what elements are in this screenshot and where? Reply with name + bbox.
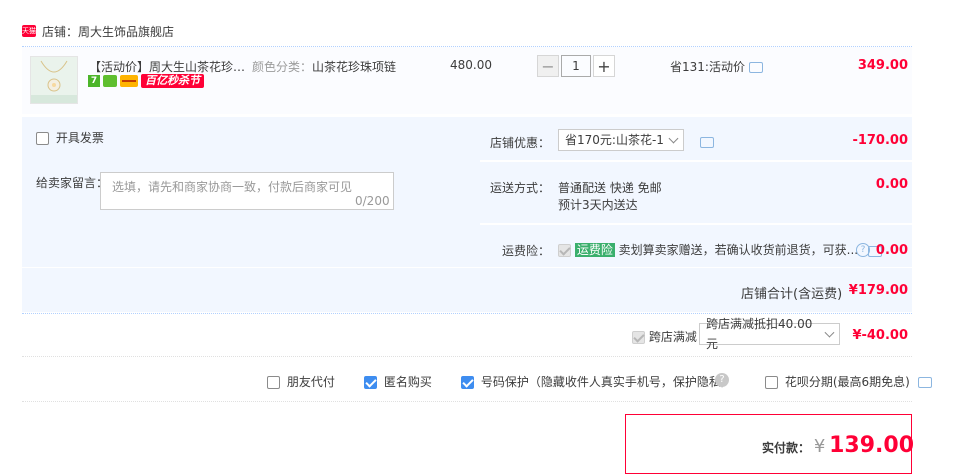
sku-value: 山茶花珍珠项链 <box>312 60 397 74</box>
sale-badge: 百亿秒杀节 <box>141 74 204 88</box>
huabei-option[interactable]: 花呗分期(最高6期免息) <box>765 373 932 390</box>
message-placeholder: 选填，请先和商家协商一致，付款后商家可见 <box>112 180 353 194</box>
pay-amount: 139.00 <box>829 433 915 458</box>
divider <box>480 160 912 162</box>
chat-icon[interactable] <box>700 137 714 148</box>
discount-label: 店铺优惠： <box>490 136 551 150</box>
shop-total-amount: ¥179.00 <box>848 283 908 298</box>
invoice-option[interactable]: 开具发票 <box>36 129 104 146</box>
shop-total-label: 店铺合计(含运费) <box>741 287 843 302</box>
chevron-down-icon <box>824 327 835 338</box>
number-protect-label: 号码保护（隐藏收件人真实手机号，保护隐私） <box>480 375 733 389</box>
cross-store-select[interactable]: 跨店满减抵扣40.00元 <box>699 317 840 351</box>
invoice-label: 开具发票 <box>55 131 104 145</box>
shipping-method: 普通配送 快递 免邮 <box>558 181 662 195</box>
anonymous-option[interactable]: 匿名购买 <box>364 373 432 390</box>
chat-icon[interactable] <box>748 62 763 73</box>
anonymous-label: 匿名购买 <box>383 375 432 389</box>
shipping-amount: 0.00 <box>875 177 908 192</box>
chat-icon[interactable] <box>917 377 932 388</box>
insurance-checkbox <box>558 244 571 257</box>
divider <box>22 401 912 402</box>
necklace-image-icon <box>31 57 77 103</box>
quantity-stepper: − 1 + <box>537 55 615 77</box>
pay-currency: ¥ <box>813 436 826 457</box>
cross-store-amount: ¥-40.00 <box>852 328 908 343</box>
shop-header: 天猫 店铺：周大生饰品旗舰店 <box>22 22 174 40</box>
shipping-label: 运送方式： <box>490 181 551 195</box>
saving-info: 省131:活动价 <box>670 58 763 75</box>
credit-card-icon <box>120 75 138 87</box>
shipping-eta: 预计3天内送达 <box>558 198 638 212</box>
shop-name-link[interactable]: 店铺：周大生饰品旗舰店 <box>42 23 174 40</box>
seven-day-return-icon: 7 <box>88 75 100 87</box>
friend-pay-option[interactable]: 朋友代付 <box>267 373 335 390</box>
cross-store-selected: 跨店满减抵扣40.00元 <box>706 317 813 351</box>
insurance-tag: 运费险 <box>574 243 615 257</box>
friend-pay-checkbox[interactable] <box>267 376 280 389</box>
anonymous-checkbox[interactable] <box>364 376 377 389</box>
product-thumbnail[interactable] <box>30 56 78 104</box>
item-sku: 颜色分类：山茶花珍珠项链 <box>252 58 396 75</box>
increase-button[interactable]: + <box>593 55 615 77</box>
decrease-button[interactable]: − <box>537 55 559 77</box>
unit-price: 480.00 <box>450 58 492 72</box>
friend-pay-label: 朋友代付 <box>286 375 335 389</box>
discount-selected: 省170元:山茶花-1 <box>565 133 664 147</box>
shield-icon <box>103 75 117 87</box>
help-icon[interactable]: ? <box>856 243 870 257</box>
item-subtotal: 349.00 <box>857 58 908 73</box>
invoice-checkbox[interactable] <box>36 132 49 145</box>
quantity-input[interactable]: 1 <box>561 55 591 77</box>
number-protect-option[interactable]: 号码保护（隐藏收件人真实手机号，保护隐私） <box>461 373 733 390</box>
insurance-label: 运费险： <box>502 244 551 258</box>
help-icon[interactable]: ? <box>715 373 729 387</box>
sku-label: 颜色分类： <box>252 60 313 74</box>
tmall-logo-icon: 天猫 <box>22 25 36 37</box>
cross-store-option: 跨店满减 <box>632 328 697 345</box>
chevron-down-icon <box>668 133 679 144</box>
insurance-desc: 卖划算卖家赠送，若确认收货前退货，可获... <box>618 243 859 257</box>
discount-select[interactable]: 省170元:山茶花-1 <box>558 129 684 151</box>
number-protect-checkbox[interactable] <box>461 376 474 389</box>
divider <box>480 223 912 225</box>
item-title-link[interactable]: 【活动价】周大生山茶花珍珠项... <box>89 58 249 75</box>
payment-total: 实付款： ¥ 139.00 <box>762 433 914 458</box>
message-char-count: 0/200 <box>355 194 390 208</box>
item-badges: 7 百亿秒杀节 <box>88 74 204 88</box>
huabei-checkbox[interactable] <box>765 376 778 389</box>
insurance-amount: 0.00 <box>875 243 908 258</box>
message-label: 给卖家留言： <box>36 176 109 190</box>
discount-amount: -170.00 <box>852 133 908 148</box>
pay-label: 实付款： <box>762 441 811 455</box>
huabei-label: 花呗分期(最高6期免息) <box>784 375 910 389</box>
saving-text: 省131:活动价 <box>670 60 745 74</box>
cross-store-checkbox <box>632 331 645 344</box>
insurance-option: 运费险 卖划算卖家赠送，若确认收货前退货，可获... <box>558 241 858 258</box>
cross-store-label: 跨店满减 <box>648 330 697 344</box>
divider <box>22 356 912 357</box>
